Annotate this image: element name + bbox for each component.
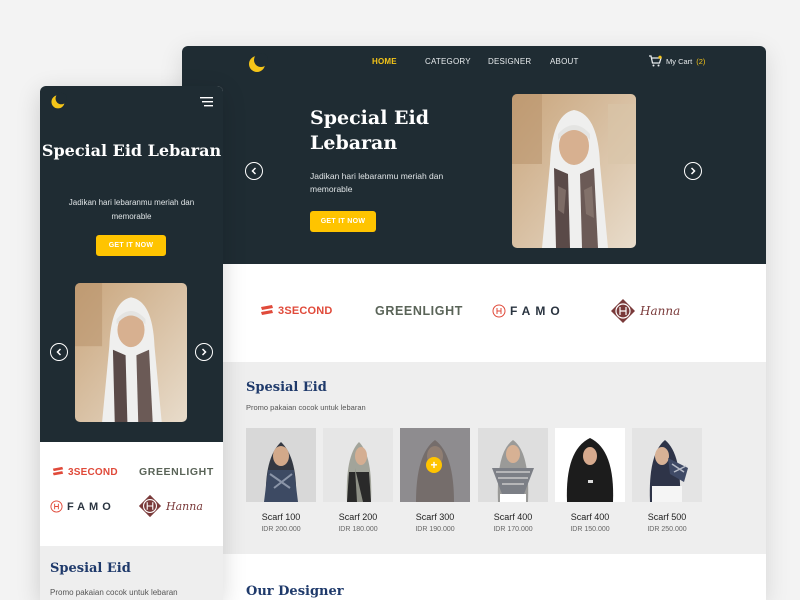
designer-section: Our Designer (182, 554, 766, 600)
nav-home[interactable]: HOME (372, 57, 397, 66)
arrow-right-icon[interactable] (684, 162, 702, 180)
nav-about[interactable]: ABOUT (550, 57, 579, 66)
3second-logo-icon (52, 466, 64, 476)
hero-model-photo (512, 94, 636, 248)
hero-subtitle: Jadikan hari lebaranmu meriah dan memora… (310, 171, 444, 194)
cart-link[interactable]: My Cart (2) (648, 55, 705, 67)
product-price: IDR 150.000 (570, 526, 610, 533)
product-name: Scarf 200 (338, 512, 378, 522)
product-name: Scarf 400 (493, 512, 533, 522)
product-name: Scarf 100 (261, 512, 301, 522)
hero-section: HOME CATEGORY DESIGNER ABOUT My Cart (2)… (182, 46, 766, 264)
product-price: IDR 170.000 (493, 526, 533, 533)
product-card[interactable]: Scarf 100 IDR 200.000 (246, 428, 316, 533)
get-it-now-button[interactable]: GET IT NOW (310, 211, 376, 232)
3second-logo-icon (261, 305, 273, 315)
product-card[interactable]: Scarf 400 IDR 170.000 (478, 428, 548, 533)
moon-logo-icon[interactable] (246, 52, 268, 74)
mobile-hero-subtitle: Jadikan hari lebaranmu meriah dan memora… (68, 198, 195, 221)
cart-icon (649, 55, 662, 67)
product-image: + (400, 428, 470, 502)
plus-icon[interactable]: + (426, 457, 442, 473)
desktop-mockup: HOME CATEGORY DESIGNER ABOUT My Cart (2)… (182, 46, 766, 600)
product-name: Scarf 400 (570, 512, 610, 522)
mobile-section-title: Spesial Eid (50, 561, 131, 576)
nav-category[interactable]: CATEGORY (425, 57, 471, 66)
product-price: IDR 190.000 (415, 526, 455, 533)
product-card[interactable]: + Scarf 300 IDR 190.000 (400, 428, 470, 533)
brand-strip: 3SECOND GREENLIGHT FAMO Hanna (182, 264, 766, 362)
brand-hanna[interactable]: Hanna (610, 298, 680, 324)
nav-designer[interactable]: DESIGNER (488, 57, 531, 66)
mobile-section-subtitle: Promo pakaian cocok untuk lebaran (50, 588, 178, 597)
section-subtitle: Promo pakaian cocok untuk lebaran (246, 403, 366, 412)
arrow-left-icon[interactable] (50, 343, 68, 361)
product-image (555, 428, 625, 502)
mobile-spesial-eid-section: Spesial Eid Promo pakaian cocok untuk le… (40, 546, 223, 600)
spesial-eid-section: Spesial Eid Promo pakaian cocok untuk le… (182, 362, 766, 554)
product-price: IDR 180.000 (338, 526, 378, 533)
cart-count: (2) (696, 56, 706, 66)
hero-title: Special Eid Lebaran (310, 107, 430, 154)
product-card[interactable]: Scarf 400 IDR 150.000 (555, 428, 625, 533)
product-image (632, 428, 702, 502)
cart-label: My Cart (666, 56, 693, 66)
famo-logo-icon (492, 304, 506, 318)
mobile-hero-model-photo (75, 283, 187, 422)
mobile-mockup: Special Eid Lebaran Jadikan hari lebaran… (40, 86, 223, 600)
moon-logo-icon[interactable] (49, 92, 67, 110)
designer-title: Our Designer (246, 584, 344, 599)
product-price: IDR 250.000 (647, 526, 687, 533)
hanna-logo-icon (611, 299, 635, 323)
famo-logo-icon (50, 500, 63, 513)
product-card[interactable]: Scarf 200 IDR 180.000 (323, 428, 393, 533)
brand-greenlight[interactable]: GREENLIGHT (139, 466, 214, 478)
brand-famo[interactable]: FAMO (50, 500, 115, 513)
product-image (246, 428, 316, 502)
product-card[interactable]: Scarf 500 IDR 250.000 (632, 428, 702, 533)
brand-greenlight[interactable]: GREENLIGHT (375, 304, 463, 318)
product-image (323, 428, 393, 502)
brand-3second[interactable]: 3SECOND (260, 304, 333, 318)
arrow-right-icon[interactable] (195, 343, 213, 361)
brand-3second[interactable]: 3SECOND (52, 466, 118, 478)
product-name: Scarf 500 (647, 512, 687, 522)
section-title: Spesial Eid (246, 380, 327, 395)
mobile-get-it-now-button[interactable]: GET IT NOW (96, 235, 166, 256)
product-name: Scarf 300 (415, 512, 455, 522)
brand-famo[interactable]: FAMO (492, 304, 565, 318)
product-image (478, 428, 548, 502)
brand-hanna[interactable]: Hanna (138, 494, 203, 518)
mobile-hero-section: Special Eid Lebaran Jadikan hari lebaran… (40, 86, 223, 442)
arrow-left-icon[interactable] (245, 162, 263, 180)
hanna-logo-icon (138, 494, 162, 518)
mobile-hero-title: Special Eid Lebaran (41, 141, 222, 160)
mobile-brand-strip: 3SECOND GREENLIGHT FAMO Hanna (40, 442, 223, 546)
hamburger-menu-icon[interactable] (200, 97, 213, 107)
product-price: IDR 200.000 (261, 526, 301, 533)
